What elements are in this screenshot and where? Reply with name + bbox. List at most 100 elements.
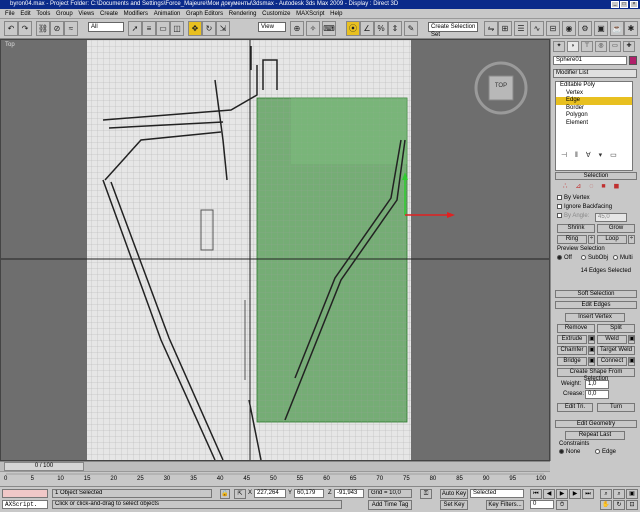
keyboard-shortcut-icon[interactable]: ⌨ — [322, 21, 336, 36]
play-icon[interactable]: ▶ — [556, 489, 568, 499]
by-angle-checkbox[interactable]: By Angle: — [557, 213, 589, 220]
menu-create[interactable]: Create — [98, 9, 120, 19]
auto-key-button[interactable]: Auto Key — [440, 489, 468, 499]
menu-tools[interactable]: Tools — [34, 9, 52, 19]
select-by-name-icon[interactable]: ≡ — [142, 21, 156, 36]
key-filters-button[interactable]: Key Filters... — [486, 500, 524, 510]
subobject-level-icons[interactable]: ∴ ⊿ ◌ ■ ◼ — [563, 182, 633, 191]
extrude-button[interactable]: Extrude — [557, 335, 587, 344]
zoom-extents-icon[interactable]: ▣ — [626, 489, 638, 499]
split-button[interactable]: Split — [597, 324, 635, 333]
spinner-snap-icon[interactable]: ⇕ — [388, 21, 402, 36]
menu-help[interactable]: Help — [328, 9, 344, 19]
selection-filter-dropdown[interactable]: All — [88, 22, 124, 32]
ring-spinner[interactable]: ÷ — [588, 235, 595, 244]
maxscript-input[interactable]: AXScript. — [2, 500, 48, 509]
extrude-settings-icon[interactable]: ▣ — [588, 335, 595, 344]
schematic-view-icon[interactable]: ⊟ — [546, 21, 560, 36]
render-production-icon[interactable]: ✱ — [624, 21, 638, 36]
stack-item-border[interactable]: Border — [556, 105, 632, 113]
rendered-frame-icon[interactable]: ▣ — [594, 21, 608, 36]
maximize-icon[interactable]: □ — [620, 1, 628, 8]
create-shape-button[interactable]: Create Shape From Selection — [557, 368, 635, 382]
grow-button[interactable]: Grow — [597, 224, 635, 233]
align-icon[interactable]: ⊞ — [498, 21, 512, 36]
bridge-button[interactable]: Bridge — [557, 357, 587, 366]
named-selection-sets-dropdown[interactable]: Create Selection Set — [428, 22, 478, 38]
preview-multi-radio[interactable]: Multi — [613, 255, 633, 262]
loop-button[interactable]: Loop — [597, 235, 627, 244]
crease-field[interactable]: 0,0 — [585, 390, 609, 399]
mirror-icon[interactable]: ⇋ — [484, 21, 498, 36]
connect-button[interactable]: Connect — [597, 357, 627, 366]
y-coordinate-field[interactable]: 60,179 — [294, 489, 324, 498]
menu-graph-editors[interactable]: Graph Editors — [184, 9, 225, 19]
utilities-tab-icon[interactable]: ✚ — [623, 41, 635, 52]
preview-off-radio[interactable]: Off — [557, 255, 572, 262]
absolute-mode-icon[interactable]: ⇱ — [234, 489, 246, 499]
weight-field[interactable]: 1,0 — [585, 380, 609, 389]
quick-render-icon[interactable]: ☕ — [610, 21, 624, 36]
object-color-swatch[interactable] — [629, 56, 637, 65]
goto-end-icon[interactable]: ⏭ — [582, 489, 594, 499]
layer-manager-icon[interactable]: ☰ — [514, 21, 528, 36]
select-object-icon[interactable]: ➚ — [128, 21, 142, 36]
by-vertex-checkbox[interactable]: By Vertex — [557, 195, 590, 202]
stack-item-element[interactable]: Element — [556, 120, 632, 128]
time-slider-thumb[interactable]: 0 / 100 — [4, 462, 84, 471]
undo-icon[interactable]: ↶ — [4, 21, 18, 36]
stack-item-polygon[interactable]: Polygon — [556, 112, 632, 120]
ring-button[interactable]: Ring — [557, 235, 587, 244]
add-time-tag-button[interactable]: Add Time Tag — [368, 500, 412, 510]
lock-selection-icon[interactable]: 🔒 — [220, 489, 230, 499]
close-icon[interactable]: × — [630, 1, 638, 8]
constraint-edge-radio[interactable]: Edge — [595, 449, 616, 456]
display-tab-icon[interactable]: ▭ — [609, 41, 621, 52]
bind-space-warp-icon[interactable]: ≈ — [64, 21, 78, 36]
set-key-button[interactable]: Set Key — [440, 500, 468, 510]
stack-item-edge[interactable]: Edge — [556, 97, 632, 105]
motion-tab-icon[interactable]: ◎ — [595, 41, 607, 52]
chamfer-button[interactable]: Chamfer — [557, 346, 587, 355]
object-name-field[interactable]: Sphere01 — [553, 56, 627, 65]
zoom-icon[interactable]: ⌕ — [600, 489, 612, 499]
maxscript-listener-mini[interactable] — [2, 489, 48, 498]
repeat-last-button[interactable]: Repeat Last — [565, 431, 625, 440]
select-manipulate-icon[interactable]: ✧ — [306, 21, 320, 36]
time-slider[interactable]: 0 / 100 — [0, 461, 550, 471]
select-scale-icon[interactable]: ⇲ — [216, 21, 230, 36]
menu-file[interactable]: File — [3, 9, 17, 19]
track-bar[interactable]: 0 5 10 15 20 25 30 35 40 45 50 55 60 65 70 75 80 85 90 95 10… — [0, 471, 550, 486]
menu-animation[interactable]: Animation — [152, 9, 183, 19]
by-angle-value[interactable]: 45,0 — [595, 213, 627, 222]
ignore-backfacing-checkbox[interactable]: Ignore Backfacing — [557, 204, 612, 211]
menu-edit[interactable]: Edit — [18, 9, 32, 19]
menu-rendering[interactable]: Rendering — [227, 9, 259, 19]
pivot-center-icon[interactable]: ⊕ — [290, 21, 304, 36]
menu-customize[interactable]: Customize — [260, 9, 292, 19]
select-link-icon[interactable]: ⛓ — [36, 21, 50, 36]
unlink-icon[interactable]: ⊘ — [50, 21, 64, 36]
pan-icon[interactable]: ✋ — [600, 500, 612, 510]
modify-tab-icon[interactable]: ◗ — [567, 41, 579, 52]
redo-icon[interactable]: ↷ — [18, 21, 32, 36]
hierarchy-tab-icon[interactable]: ⊤ — [581, 41, 593, 52]
key-selection-dropdown[interactable]: Selected — [470, 489, 524, 498]
weld-settings-icon[interactable]: ▣ — [628, 335, 635, 344]
z-coordinate-field[interactable]: -91,943 — [334, 489, 364, 498]
edit-edges-rollout-header[interactable]: Edit Edges — [555, 301, 637, 309]
prev-frame-icon[interactable]: ◀ — [543, 489, 555, 499]
viewport-label[interactable]: Top — [5, 42, 15, 48]
stack-item-editable-poly[interactable]: Editable Poly — [556, 82, 632, 90]
remove-button[interactable]: Remove — [557, 324, 595, 333]
modifier-list-dropdown[interactable]: Modifier List — [553, 69, 637, 78]
material-editor-icon[interactable]: ◉ — [562, 21, 576, 36]
viewcube-label[interactable]: TOP — [489, 83, 513, 89]
menu-views[interactable]: Views — [76, 9, 96, 19]
select-rotate-icon[interactable]: ↻ — [202, 21, 216, 36]
soft-selection-rollout-header[interactable]: Soft Selection — [555, 290, 637, 298]
insert-vertex-button[interactable]: Insert Vertex — [565, 313, 625, 322]
key-icon[interactable]: ⚿ — [420, 489, 432, 499]
curve-editor-icon[interactable]: ∿ — [530, 21, 544, 36]
edit-tri-button[interactable]: Edit Tri. — [557, 403, 593, 412]
